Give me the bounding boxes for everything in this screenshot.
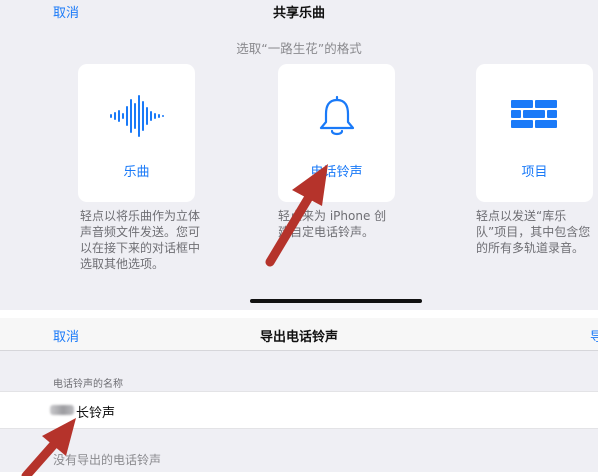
- empty-ringtones-message: 没有导出的电话铃声: [53, 453, 162, 467]
- format-option-song[interactable]: 乐曲: [78, 64, 195, 202]
- export-ringtone-title: 导出电话铃声: [259, 330, 338, 345]
- brick-wall-icon: [476, 90, 593, 142]
- export-ringtone-navbar: 取消 导出电话铃声 导: [0, 318, 598, 351]
- share-sheet: 取消 共享乐曲 选取“一路生花”的格式 乐曲 电话铃声 项目 轻点以将乐曲作为立…: [0, 0, 598, 310]
- ringtone-name-row[interactable]: 长铃声: [0, 391, 598, 429]
- format-option-project[interactable]: 项目: [476, 64, 593, 202]
- share-sheet-navbar: 取消 共享乐曲: [0, 0, 598, 24]
- format-option-ringtone-description: 轻点来为 iPhone 创建自定电话铃声。: [278, 209, 387, 239]
- home-indicator: [250, 299, 422, 303]
- waveform-icon: [78, 90, 195, 142]
- format-option-song-description: 轻点以将乐曲作为立体声音频文件发送。您可以在接下来的对话框中选取其他选项。: [80, 209, 201, 271]
- export-button[interactable]: 导: [590, 326, 598, 345]
- ringtone-name-header: 电话铃声的名称: [53, 379, 123, 390]
- share-sheet-title: 共享乐曲: [272, 6, 325, 21]
- bell-icon: [278, 90, 395, 142]
- format-option-ringtone[interactable]: 电话铃声: [278, 64, 395, 202]
- ringtone-name-field[interactable]: 长铃声: [76, 402, 115, 421]
- format-option-song-label: 乐曲: [123, 165, 150, 180]
- format-option-project-description: 轻点以发送“库乐队”项目，其中包含您的所有多轨道录音。: [476, 209, 591, 255]
- format-prompt: 选取“一路生花”的格式: [236, 41, 362, 56]
- redacted-name-prefix: [50, 405, 74, 415]
- format-option-ringtone-label: 电话铃声: [310, 165, 363, 180]
- format-option-project-label: 项目: [521, 165, 548, 180]
